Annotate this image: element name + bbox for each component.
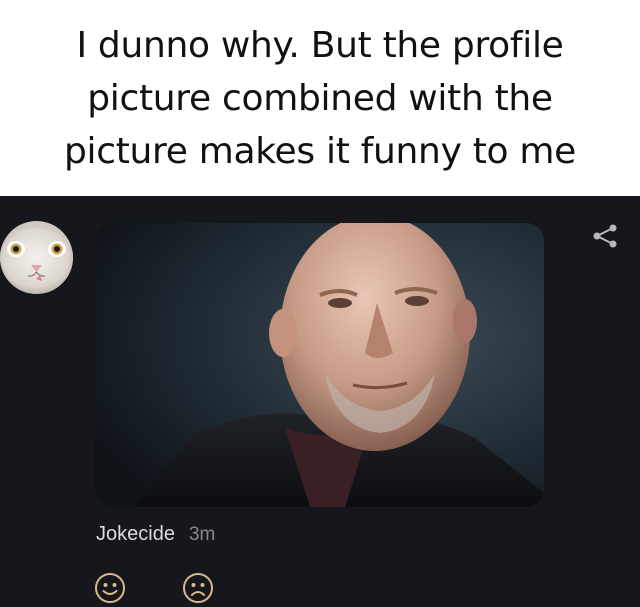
author-name[interactable]: Jokecide xyxy=(96,523,175,546)
portrait-image xyxy=(95,223,544,507)
profile-avatar[interactable] xyxy=(0,221,73,294)
smiley-sad-icon[interactable] xyxy=(182,572,214,604)
share-icon[interactable] xyxy=(591,224,619,248)
smiley-happy-icon[interactable] xyxy=(94,572,126,604)
post-meta: Jokecide 3m xyxy=(96,523,215,546)
post-time: 3m xyxy=(188,524,216,545)
chat-post: Jokecide 3m xyxy=(0,196,640,607)
meme-caption: I dunno why. But the profile picture com… xyxy=(0,0,640,196)
posted-photo[interactable] xyxy=(95,223,544,507)
cat-avatar-image xyxy=(0,221,73,294)
caption-text: I dunno why. But the profile picture com… xyxy=(63,24,577,172)
